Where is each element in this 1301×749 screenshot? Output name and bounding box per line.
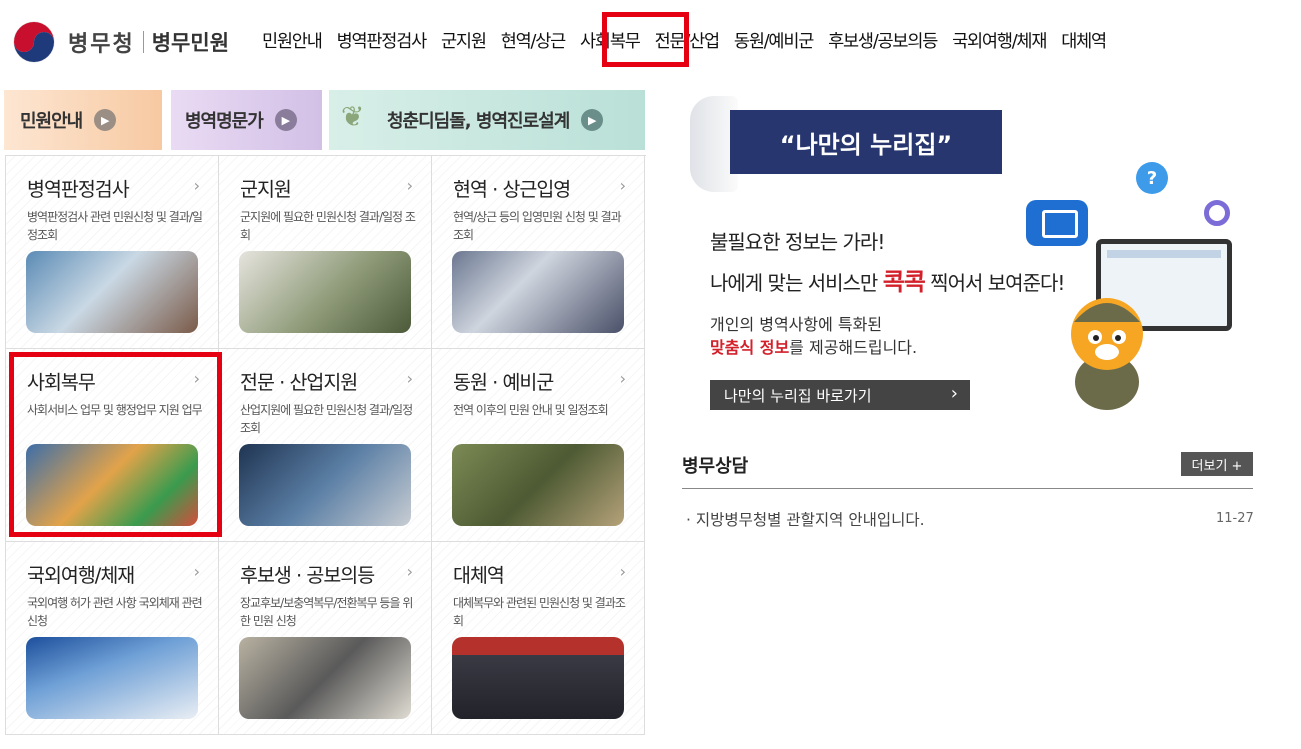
- chevron-right-icon: ›: [619, 176, 626, 195]
- chevron-right-icon: ›: [406, 369, 413, 388]
- grid-item-title: 국외여행/체재: [27, 564, 135, 587]
- chevron-right-icon: ›: [619, 562, 626, 581]
- soldiers-computer-photo: [239, 251, 411, 333]
- grid-item-title: 전문 · 산업지원: [240, 371, 358, 394]
- ring-icon: [1204, 200, 1230, 226]
- promo-ribbon-title: “나만의 누리집”: [730, 110, 1002, 174]
- question-icon: ?: [1136, 162, 1168, 194]
- arrow-right-icon: ▶: [581, 109, 604, 131]
- grid-item-title: 대체역: [453, 564, 505, 587]
- divider: [682, 488, 1253, 489]
- promo-line-3: 개인의 병역사항에 특화된: [710, 315, 883, 334]
- nav-item-civil-guide[interactable]: 민원안내: [262, 28, 323, 53]
- consult-item-date: 11-27: [1216, 511, 1254, 526]
- grid-item-desc: 전역 이후의 민원 안내 및 일정조회: [453, 403, 609, 417]
- promo-accent: 콕콕: [882, 268, 926, 296]
- calendar-icon: [1026, 200, 1088, 246]
- nav-item-reserve[interactable]: 동원/예비군: [734, 28, 814, 53]
- promo-line-1: 불필요한 정보는 가라!: [710, 230, 885, 254]
- my-nurijip-promo: “나만의 누리집” ? 불필요한 정보는 가라! 나에게 맞는 서비스만 콕콕 …: [682, 92, 1262, 422]
- nurijip-shortcut-button[interactable]: 나만의 누리집 바로가기 ›: [710, 380, 970, 410]
- grid-item-desc: 병역판정검사 관련 민원신청 및 결과/일정조회: [27, 210, 203, 242]
- chevron-right-icon: ›: [950, 383, 958, 404]
- grid-item-overseas[interactable]: 국외여행/체재 › 국외여행 허가 관련 사항 국외체재 관련 신청: [6, 542, 219, 735]
- site-header: 병무청 병무민원 민원안내 병역판정검사 군지원 현역/상근 사회복무 전문/산…: [0, 0, 1301, 88]
- button-label: 나만의 누리집 바로가기: [724, 386, 872, 405]
- leaf-icon: ❦: [341, 100, 365, 133]
- promo-accent: 맞춤식 정보: [710, 338, 790, 357]
- nav-highlight-box: [602, 12, 689, 67]
- chevron-right-icon: ›: [193, 176, 200, 195]
- grid-item-title: 병역판정검사: [27, 178, 130, 201]
- arrow-right-icon: ▶: [274, 109, 297, 131]
- nav-item-alternative[interactable]: 대체역: [1061, 28, 1107, 53]
- logo-divider: [142, 31, 144, 53]
- promo-line-2: 나에게 맞는 서비스만 콕콕 찍어서 보여준다!: [710, 262, 1065, 297]
- grid-item-desc: 산업지원에 필요한 민원신청 결과/일정 조회: [240, 403, 413, 435]
- grid-item-alternative[interactable]: 대체역 › 대체복무와 관련된 민원신청 및 결과조회: [432, 542, 645, 735]
- tiger-mascot-icon: [1071, 298, 1143, 410]
- chevron-right-icon: ›: [406, 176, 413, 195]
- nav-item-active-duty[interactable]: 현역/상근: [501, 28, 567, 53]
- consult-title: 병무상담: [682, 456, 749, 477]
- banner-civil-guide[interactable]: 민원안내 ▶: [4, 90, 162, 150]
- grid-item-industry[interactable]: 전문 · 산업지원 › 산업지원에 필요한 민원신청 결과/일정 조회: [219, 349, 432, 542]
- banner-label: 병역명문가: [185, 111, 264, 132]
- promo-text: 를 제공해드립니다.: [789, 338, 918, 357]
- grid-item-title: 군지원: [240, 178, 292, 201]
- chevron-right-icon: ›: [406, 562, 413, 581]
- banner-label: 청춘디딤돌, 병역진로설계: [387, 111, 570, 132]
- nav-item-candidates[interactable]: 후보생/공보의등: [828, 28, 938, 53]
- banner-label: 민원안내: [20, 111, 83, 132]
- grid-item-title: 후보생 · 공보의등: [240, 564, 375, 587]
- nav-item-overseas[interactable]: 국외여행/체재: [952, 28, 1047, 53]
- grid-item-title: 현역 · 상근입영: [453, 178, 571, 201]
- logo[interactable]: 병무청 병무민원: [10, 20, 229, 64]
- consult-list-item[interactable]: · 지방병무청별 관할지역 안내입니다.: [686, 508, 925, 530]
- grid-item-desc: 대체복무와 관련된 민원신청 및 결과조회: [453, 596, 626, 628]
- grid-item-reserve[interactable]: 동원 · 예비군 › 전역 이후의 민원 안내 및 일정조회: [432, 349, 645, 542]
- consult-item-text: 지방병무청별 관할지역 안내입니다.: [695, 511, 925, 529]
- airport-office-photo: [26, 637, 198, 719]
- grid-highlight-box: [9, 352, 222, 537]
- grid-item-desc: 장교후보/보충역복무/전환복무 등을 위한 민원 신청: [240, 596, 413, 628]
- main-nav: 민원안내 병역판정검사 군지원 현역/상근 사회복무 전문/산업 동원/예비군 …: [262, 28, 1121, 53]
- chevron-right-icon: ›: [193, 562, 200, 581]
- grid-item-title: 동원 · 예비군: [453, 371, 554, 394]
- grid-item-desc: 국외여행 허가 관련 사항 국외체재 관련 신청: [27, 596, 203, 628]
- reserve-soldiers-photo: [452, 444, 624, 526]
- banner-honor-family[interactable]: 병역명문가 ▶: [171, 90, 322, 150]
- nav-item-military-apply[interactable]: 군지원: [441, 28, 487, 53]
- grid-item-desc: 현역/상근 등의 입영민원 신청 및 결과 조회: [453, 210, 622, 242]
- industry-worker-photo: [239, 444, 411, 526]
- grid-item-military-apply[interactable]: 군지원 › 군지원에 필요한 민원신청 결과/일정 조회: [219, 156, 432, 349]
- promo-text: 찍어서 보여준다!: [924, 271, 1065, 295]
- site-name: 병무민원: [151, 31, 230, 55]
- medical-exam-photo: [26, 251, 198, 333]
- more-button[interactable]: 더보기 +: [1181, 452, 1253, 476]
- grid-item-exam[interactable]: 병역판정검사 › 병역판정검사 관련 민원신청 및 결과/일정조회: [6, 156, 219, 349]
- ceremony-photo: [452, 637, 624, 719]
- nav-item-exam[interactable]: 병역판정검사: [337, 28, 428, 53]
- grid-item-desc: 군지원에 필요한 민원신청 결과/일정 조회: [240, 210, 416, 242]
- promo-text: 나에게 맞는 서비스만: [710, 271, 883, 295]
- org-name: 병무청: [68, 32, 135, 57]
- arrow-right-icon: ▶: [94, 109, 117, 131]
- grid-item-candidates[interactable]: 후보생 · 공보의등 › 장교후보/보충역복무/전환복무 등을 위한 민원 신청: [219, 542, 432, 735]
- promo-line-4: 맞춤식 정보를 제공해드립니다.: [710, 334, 917, 358]
- taegeuk-logo-icon: [13, 21, 55, 63]
- grid-item-active-duty[interactable]: 현역 · 상근입영 › 현역/상근 등의 입영민원 신청 및 결과 조회: [432, 156, 645, 349]
- control-room-photo: [239, 637, 411, 719]
- chevron-right-icon: ›: [619, 369, 626, 388]
- salute-photo: [452, 251, 624, 333]
- banner-career-design[interactable]: ❦ 청춘디딤돌, 병역진로설계 ▶: [329, 90, 645, 150]
